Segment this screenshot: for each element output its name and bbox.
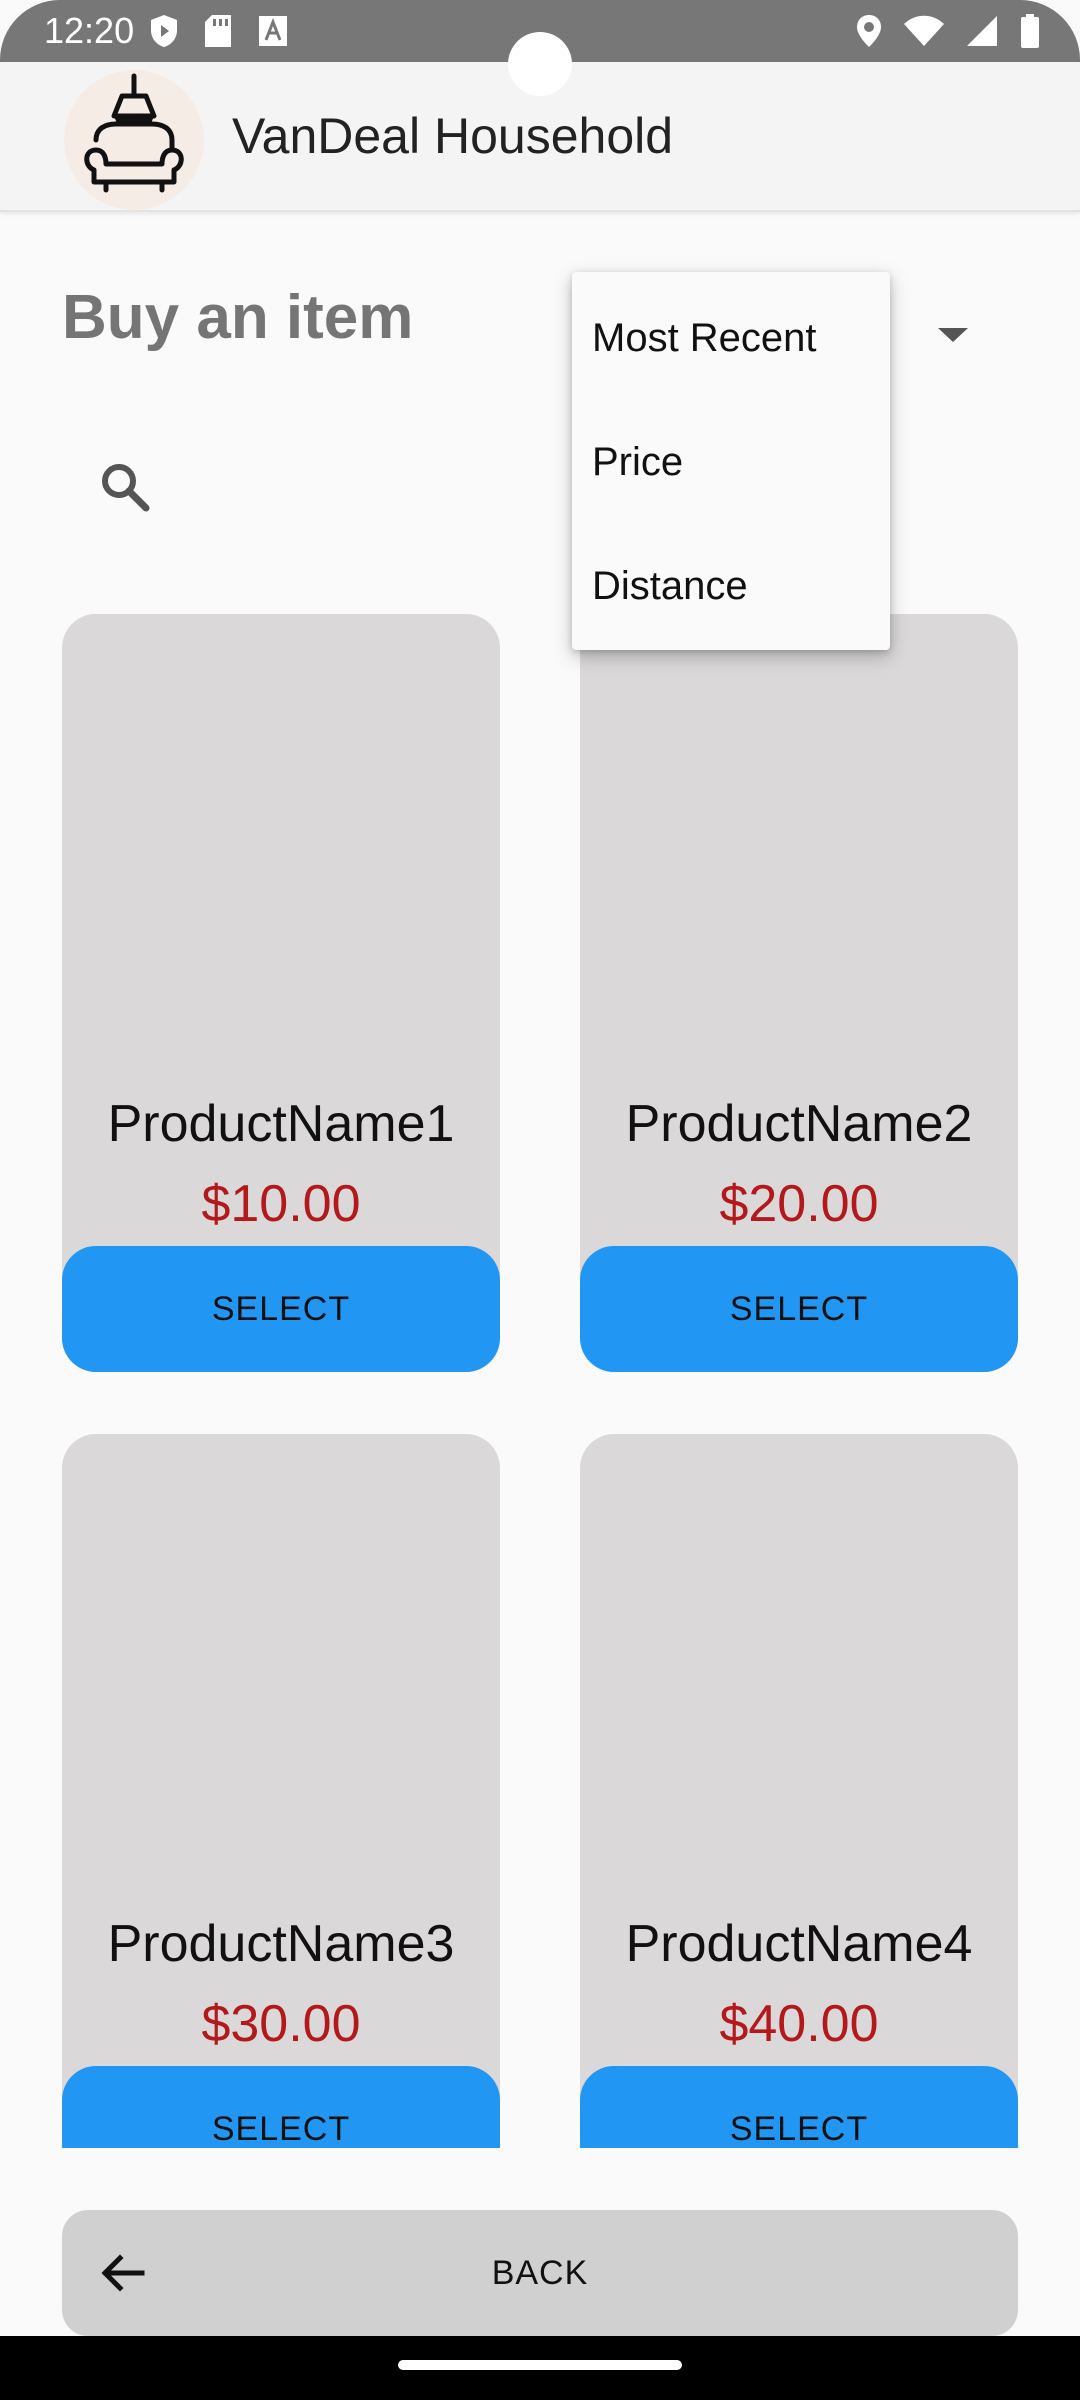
page-title: Buy an item bbox=[62, 283, 414, 352]
back-button[interactable]: BACK bbox=[62, 2210, 1018, 2336]
product-name: ProductName3 bbox=[107, 1915, 455, 1973]
sort-option-most-recent[interactable]: Most Recent bbox=[592, 308, 817, 368]
product-name: ProductName2 bbox=[625, 1095, 973, 1153]
select-button[interactable]: SELECT bbox=[62, 1246, 500, 1372]
status-left-icons bbox=[150, 14, 288, 53]
product-grid: ProductName1 $10.00 SELECT ProductName2 … bbox=[62, 614, 1018, 2148]
sofa-lamp-logo-icon bbox=[64, 70, 204, 210]
font-a-icon bbox=[258, 14, 288, 53]
sort-option-distance[interactable]: Distance bbox=[592, 556, 748, 616]
product-card[interactable]: ProductName1 $10.00 SELECT bbox=[62, 614, 500, 1372]
app-title: VanDeal Household bbox=[232, 108, 674, 164]
sort-menu: Most Recent Price Distance bbox=[572, 272, 890, 650]
home-gesture-handle[interactable] bbox=[398, 2360, 682, 2370]
camera-cutout bbox=[508, 32, 572, 96]
back-label: BACK bbox=[491, 2254, 589, 2292]
product-price: $30.00 bbox=[201, 1995, 361, 2053]
status-time: 12:20 bbox=[44, 10, 135, 51]
wifi-icon bbox=[904, 15, 944, 52]
select-button[interactable]: SELECT bbox=[580, 2066, 1018, 2148]
sd-card-icon bbox=[204, 14, 232, 53]
product-name: ProductName1 bbox=[107, 1095, 455, 1153]
product-name: ProductName4 bbox=[625, 1915, 973, 1973]
location-icon bbox=[856, 14, 882, 53]
dropdown-arrow-icon[interactable] bbox=[938, 328, 968, 342]
search-icon[interactable] bbox=[98, 460, 150, 517]
battery-icon bbox=[1020, 14, 1040, 53]
select-button[interactable]: SELECT bbox=[62, 2066, 500, 2148]
product-price: $40.00 bbox=[719, 1995, 879, 2053]
shield-play-icon bbox=[150, 14, 178, 53]
navigation-bar bbox=[0, 2336, 1080, 2400]
sort-option-price[interactable]: Price bbox=[592, 432, 683, 492]
signal-icon bbox=[966, 15, 998, 52]
product-card[interactable]: ProductName4 $40.00 SELECT bbox=[580, 1434, 1018, 2148]
product-card[interactable]: ProductName3 $30.00 SELECT bbox=[62, 1434, 500, 2148]
product-price: $20.00 bbox=[719, 1175, 879, 1233]
product-card[interactable]: ProductName2 $20.00 SELECT bbox=[580, 614, 1018, 1372]
status-right-icons bbox=[856, 14, 1040, 53]
select-button[interactable]: SELECT bbox=[580, 1246, 1018, 1372]
product-price: $10.00 bbox=[201, 1175, 361, 1233]
